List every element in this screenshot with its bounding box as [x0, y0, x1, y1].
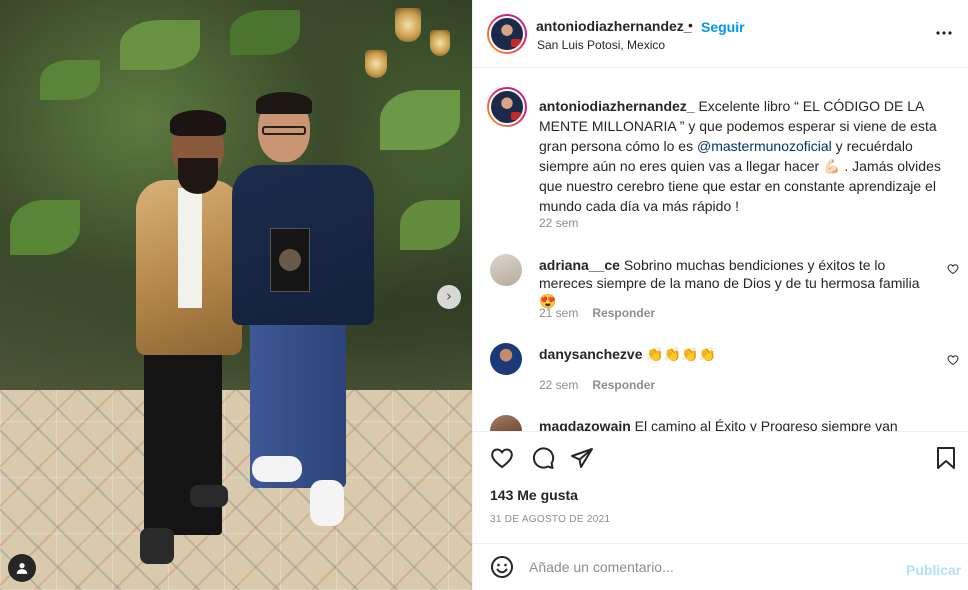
photo-leaf [400, 200, 460, 250]
photo-lamp [430, 30, 450, 56]
caption-username[interactable]: antoniodiazhernandez_ [539, 98, 695, 114]
comment-item: magdazowain El camino al Éxito y Progres… [539, 417, 939, 431]
photo-person-left [190, 485, 228, 507]
comments-list[interactable]: antoniodiazhernandez_ Excelente libro “ … [473, 69, 968, 431]
post-photo[interactable]: › [0, 0, 472, 590]
comment-meta: 21 sem Responder [539, 306, 655, 320]
reply-button[interactable]: Responder [592, 306, 655, 320]
photo-tiled-floor [0, 390, 472, 590]
photo-person-left [178, 188, 202, 308]
photo-person-left [144, 350, 222, 535]
like-comment-icon[interactable] [947, 353, 959, 369]
comment-username[interactable]: magdazowain [539, 418, 631, 431]
comment-text: 👏👏👏👏 [642, 346, 717, 362]
comment-username[interactable]: adriana__ce [539, 257, 620, 273]
chevron-right-icon[interactable]: › [437, 285, 461, 309]
post-side-panel: antoniodiazhernandez_ • Seguir San Luis … [472, 0, 968, 590]
post-header: antoniodiazhernandez_ • Seguir San Luis … [473, 0, 968, 68]
share-paper-plane-icon[interactable] [570, 446, 594, 473]
comment-item: danysanchezve 👏👏👏👏 [539, 345, 939, 363]
caption-mention-link[interactable]: @mastermunozoficial [697, 138, 832, 154]
comment-time: 21 sem [539, 306, 579, 320]
user-tag-icon[interactable] [8, 554, 36, 582]
avatar[interactable] [490, 343, 522, 375]
publish-button[interactable]: Publicar [906, 562, 961, 578]
photo-leaf [40, 60, 100, 100]
post-actions: 143 Me gusta 31 DE AGOSTO DE 2021 [473, 431, 968, 543]
save-bookmark-icon[interactable] [935, 446, 957, 473]
comment-item: adriana__ce Sobrino muchas bendiciones y… [539, 256, 939, 310]
reply-button[interactable]: Responder [592, 378, 655, 392]
avatar[interactable] [487, 14, 527, 54]
photo-person-left [170, 110, 226, 136]
emoji-smiley-icon[interactable] [490, 555, 514, 582]
comment-bubble-icon[interactable] [531, 446, 555, 473]
photo-person-right [256, 92, 312, 114]
avatar[interactable] [490, 254, 522, 286]
photo-lamp [365, 50, 387, 78]
instagram-post: › antoniodiazhernandez_ • Seguir San Lui… [0, 0, 968, 590]
comment-meta: 22 sem Responder [539, 378, 655, 392]
header-separator: • [688, 17, 693, 33]
likes-count[interactable]: 143 Me gusta [490, 487, 578, 503]
comment-username[interactable]: danysanchezve [539, 346, 643, 362]
photo-person-right [262, 126, 306, 135]
caption: antoniodiazhernandez_ Excelente libro “ … [539, 96, 957, 216]
photo-person-left [140, 528, 174, 564]
location-link[interactable]: San Luis Potosi, Mexico [537, 38, 665, 52]
post-date: 31 DE AGOSTO DE 2021 [490, 514, 611, 525]
photo-leaf [120, 20, 200, 70]
person-icon [16, 563, 28, 574]
comment-time: 22 sem [539, 378, 579, 392]
photo-person-right [252, 456, 302, 482]
more-options-icon[interactable] [935, 20, 953, 41]
add-comment-bar: Publicar [473, 543, 968, 590]
photo-leaf [230, 10, 300, 55]
avatar[interactable] [487, 87, 527, 127]
header-username[interactable]: antoniodiazhernandez_ [536, 18, 692, 34]
avatar[interactable] [490, 415, 522, 431]
follow-button[interactable]: Seguir [701, 19, 745, 35]
photo-person-right [310, 480, 344, 526]
caption-time: 22 sem [539, 216, 579, 230]
like-heart-icon[interactable] [490, 446, 514, 473]
comment-text: El camino al Éxito y Progreso siempre va… [630, 418, 898, 431]
photo-book [270, 228, 310, 292]
photo-person-left [178, 158, 218, 194]
comment-input[interactable] [529, 553, 889, 581]
photo-lamp [395, 8, 421, 42]
photo-leaf [10, 200, 80, 255]
photo-leaf [380, 90, 460, 150]
like-comment-icon[interactable] [947, 262, 959, 278]
